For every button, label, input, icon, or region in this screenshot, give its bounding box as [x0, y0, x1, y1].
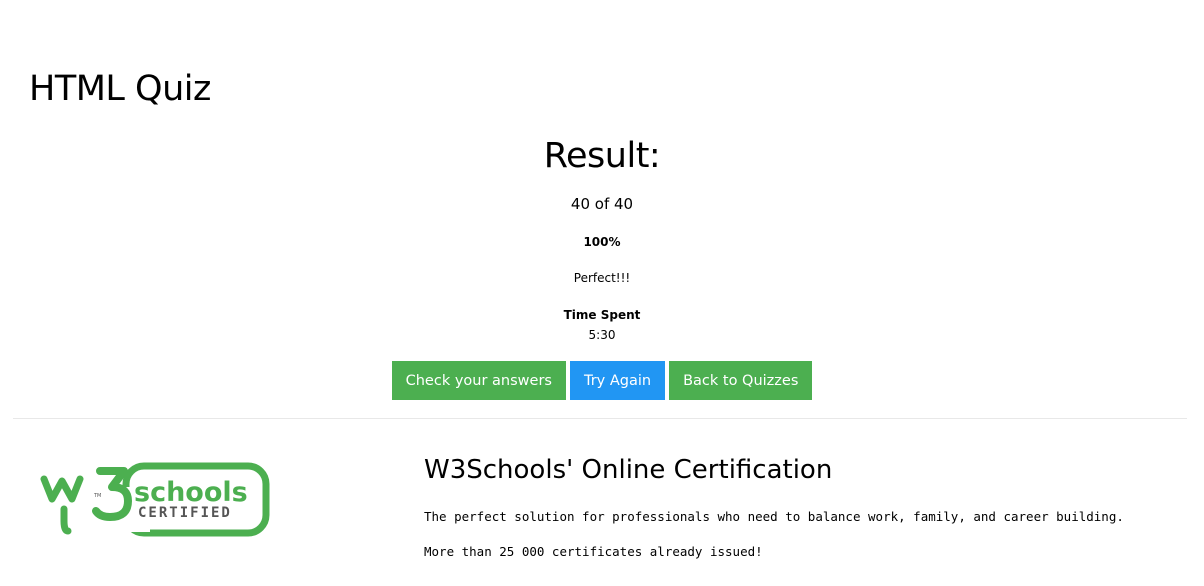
- w3schools-certified-logo[interactable]: TM schools CERTIFIED: [40, 457, 272, 539]
- section-divider: [13, 418, 1187, 419]
- logo-badge-left-curve: [60, 505, 72, 535]
- try-again-button[interactable]: Try Again: [569, 361, 666, 400]
- certification-title: W3Schools' Online Certification: [424, 455, 833, 485]
- result-heading: Result:: [543, 136, 661, 176]
- check-answers-button[interactable]: Check your answers: [391, 361, 566, 400]
- certification-description: The perfect solution for professionals w…: [424, 509, 1124, 524]
- certification-issued-count: More than 25 000 certificates already is…: [424, 544, 763, 559]
- verdict-text: Perfect!!!: [573, 271, 631, 285]
- quiz-result-page: HTML Quiz Result: 40 of 40 100% Perfect!…: [0, 0, 1204, 586]
- back-to-quizzes-button[interactable]: Back to Quizzes: [669, 361, 813, 400]
- logo-certified-text: CERTIFIED: [138, 505, 232, 521]
- score-text: 40 of 40: [570, 195, 634, 213]
- logo-schools-text: schools: [134, 477, 248, 508]
- time-spent-value: 5:30: [588, 328, 616, 342]
- page-title: HTML Quiz: [29, 69, 211, 109]
- result-actions: Check your answers Try Again Back to Qui…: [0, 361, 1204, 400]
- time-spent-label: Time Spent: [563, 308, 641, 322]
- logo-tm: TM: [93, 493, 101, 499]
- percent-text: 100%: [583, 235, 621, 249]
